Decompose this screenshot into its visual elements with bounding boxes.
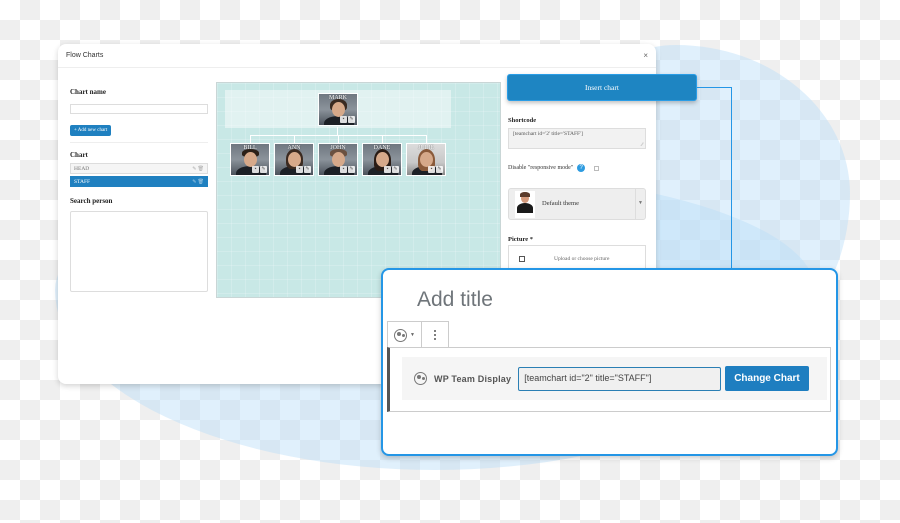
modal-title: Flow Charts [66, 52, 104, 59]
callout-connector [731, 87, 732, 269]
picture-label: Picture * [508, 236, 533, 243]
responsive-mode-checkbox[interactable] [594, 165, 600, 171]
person-card[interactable]: JOHN ▪ ✎ [318, 143, 358, 176]
team-display-icon [414, 372, 427, 385]
theme-thumbnail [515, 191, 535, 218]
chart-item-label: STAFF [74, 179, 91, 185]
chart-name-label: Chart name [70, 88, 106, 96]
chevron-down-icon: ▼ [410, 332, 415, 338]
right-panel: Shortcode [teamchart id='2' title='STAFF… [508, 74, 648, 275]
block-name: WP Team Display [434, 373, 512, 384]
chart-item-label: HEAD [74, 166, 90, 172]
person-name: DANE [373, 145, 391, 151]
shortcode-field[interactable]: [teamchart id='2' title='STAFF'] [508, 128, 646, 149]
block-editor-card: Add title ▼ WP Team Display [teamchart i… [381, 268, 838, 456]
more-options-button[interactable] [422, 322, 448, 348]
block-type-button[interactable]: ▼ [388, 322, 422, 348]
callout-connector [697, 87, 732, 88]
theme-select[interactable]: Default theme ▼ [508, 188, 646, 220]
insert-chart-button[interactable]: Insert chart [507, 74, 697, 101]
search-person-box[interactable] [70, 211, 208, 292]
connector-line [426, 135, 427, 143]
trash-icon[interactable]: ▪ [340, 116, 347, 123]
chart-name-input[interactable] [70, 103, 208, 114]
add-new-chart-button[interactable]: + Add new chart [70, 125, 112, 136]
help-icon[interactable]: ? [577, 164, 586, 172]
team-display-block[interactable]: WP Team Display [teamchart id="2" title=… [387, 347, 831, 412]
person-card[interactable]: DANE ▪ ✎ [362, 143, 402, 176]
person-card[interactable]: JULIE ▪ ✎ [406, 143, 446, 176]
person-name: JULIE [418, 145, 434, 151]
person-photo [332, 152, 345, 167]
pencil-icon[interactable]: ✎ [348, 166, 355, 173]
more-vertical-icon [434, 330, 436, 340]
responsive-mode-label: Disable "responsive mode" [508, 165, 574, 171]
person-card[interactable]: BILL ▪ ✎ [230, 143, 270, 176]
person-card-root[interactable]: MARK ▪ ✎ [318, 93, 358, 126]
theme-selected-label: Default theme [542, 200, 579, 207]
person-name: BILL [243, 145, 257, 151]
connector-line [250, 135, 251, 143]
person-photo [244, 152, 257, 167]
trash-icon[interactable]: ▪ [384, 166, 391, 173]
pencil-icon[interactable]: ✎ [392, 166, 399, 173]
trash-icon[interactable]: ▪ [296, 166, 303, 173]
chart-label: Chart [70, 151, 88, 159]
close-icon[interactable]: × [643, 51, 648, 60]
edit-delete-icons[interactable]: ✎ 🗑 [192, 179, 204, 185]
connector-line [338, 135, 339, 143]
trash-icon[interactable]: ▪ [340, 166, 347, 173]
person-card[interactable]: ANN ▪ ✎ [274, 143, 314, 176]
change-chart-button[interactable]: Change Chart [725, 366, 809, 391]
picture-upload-text: Upload or choose picture [554, 256, 610, 262]
shortcode-input[interactable]: [teamchart id="2" title="STAFF"] [518, 366, 722, 391]
person-photo [376, 152, 389, 167]
left-panel: Chart name + Add new chart Chart HEAD ✎ … [70, 88, 208, 292]
chart-item-staff[interactable]: STAFF ✎ 🗑 [70, 176, 208, 187]
image-icon [519, 256, 525, 262]
person-name: ANN [287, 145, 301, 151]
edit-delete-icons[interactable]: ✎ 🗑 [192, 166, 204, 172]
pencil-icon[interactable]: ✎ [436, 166, 443, 173]
connector-line [294, 135, 295, 143]
chevron-down-icon[interactable]: ▼ [635, 189, 645, 219]
person-photo [288, 152, 301, 167]
person-photo [332, 102, 345, 117]
block-toolbar: ▼ [387, 321, 449, 348]
chart-item-head[interactable]: HEAD ✎ 🗑 [70, 163, 208, 174]
block-placeholder: WP Team Display [teamchart id="2" title=… [402, 357, 827, 400]
title-placeholder[interactable]: Add title [417, 288, 493, 312]
responsive-mode-row: Disable "responsive mode" ? [508, 164, 648, 172]
connector-line [337, 127, 338, 135]
person-name: MARK [328, 95, 347, 101]
pencil-icon[interactable]: ✎ [260, 166, 267, 173]
modal-header: Flow Charts × [58, 44, 656, 68]
shortcode-label: Shortcode [508, 117, 537, 124]
trash-icon[interactable]: ▪ [428, 166, 435, 173]
org-chart-canvas: MARK ▪ ✎ BILL ▪ ✎ ANN ▪ ✎ JOHN ▪ ✎ DANE … [216, 82, 501, 298]
person-photo [420, 152, 433, 167]
connector-line [382, 135, 383, 143]
search-person-label: Search person [70, 197, 113, 205]
person-name: JOHN [330, 145, 346, 151]
team-display-icon [394, 328, 408, 342]
divider [70, 142, 208, 143]
trash-icon[interactable]: ▪ [252, 166, 259, 173]
pencil-icon[interactable]: ✎ [304, 166, 311, 173]
pencil-icon[interactable]: ✎ [348, 116, 355, 123]
